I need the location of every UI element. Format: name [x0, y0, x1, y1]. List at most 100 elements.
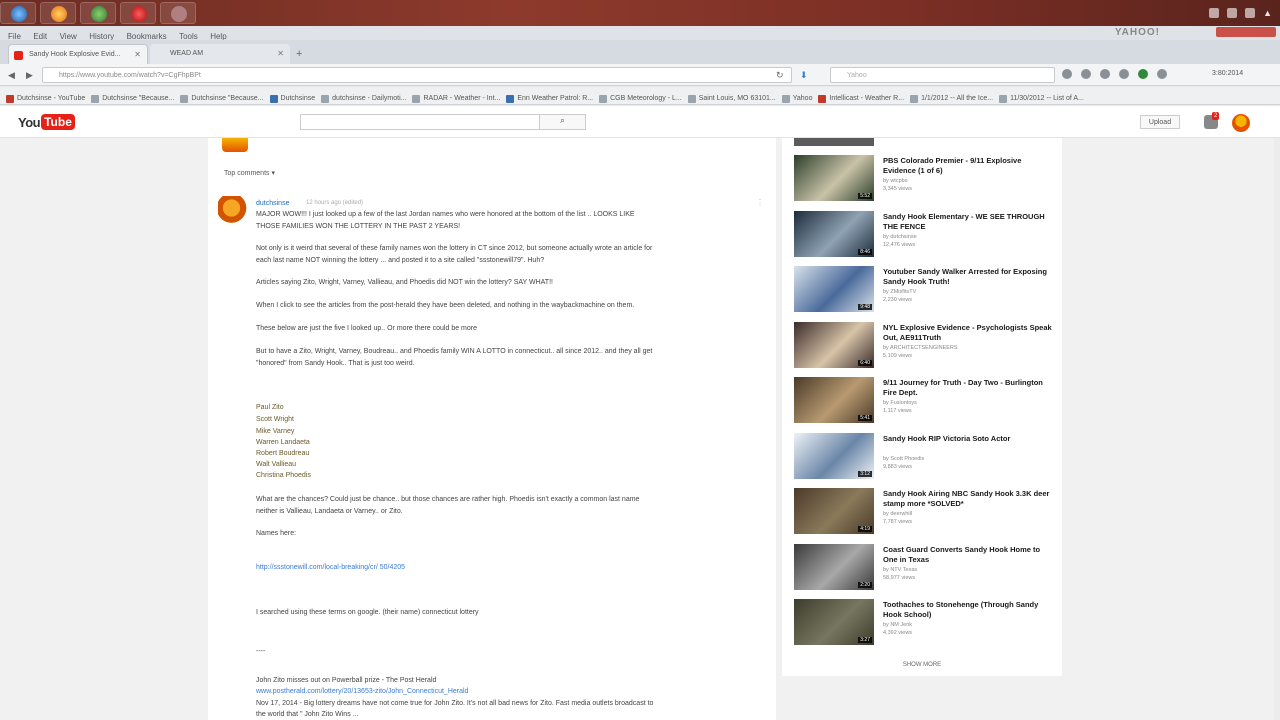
logo-tube: Tube	[41, 114, 75, 130]
volume-icon[interactable]	[1245, 8, 1256, 18]
taskbar-app-3[interactable]	[120, 2, 156, 24]
video-title[interactable]: Sandy Hook Elementary - WE SEE THROUGH T…	[883, 212, 1053, 232]
youtube-logo[interactable]: You Tube	[18, 113, 75, 131]
related-video-item[interactable]: 9:48 Youtuber Sandy Walker Arrested for E…	[794, 266, 1054, 316]
video-thumbnail[interactable]: 2:20	[794, 543, 874, 590]
video-thumbnail[interactable]: 3:27	[794, 599, 874, 645]
youtube-search-button[interactable]: ⌕	[540, 114, 586, 130]
logo-you: You	[18, 114, 41, 130]
taskbar-firefox[interactable]	[40, 2, 76, 24]
back-icon[interactable]: ◀	[8, 70, 15, 81]
related-video-item[interactable]: 6:40 NYL Explosive Evidence - Psychologis…	[794, 321, 1054, 372]
video-title[interactable]: Sandy Hook RIP Victoria Soto Actor	[883, 434, 1053, 444]
video-duration: 3:27	[858, 637, 872, 643]
taskbar-app-2[interactable]	[80, 2, 116, 24]
new-tab-icon[interactable]: +	[296, 48, 302, 60]
upload-button[interactable]: Upload	[1140, 115, 1180, 129]
video-thumbnail[interactable]: 5:52	[794, 155, 874, 201]
tray-icon[interactable]	[1209, 8, 1220, 18]
related-video-item[interactable]: 3:12 Sandy Hook RIP Victoria Soto Actor by…	[794, 432, 1054, 483]
addon-icon[interactable]	[1138, 69, 1148, 79]
related-video-item[interactable]: 3:27 Toothaches to Stonehenge (Through Sa…	[794, 599, 1054, 649]
start-button[interactable]	[0, 2, 36, 24]
user-avatar[interactable]	[1232, 114, 1250, 132]
window-controls[interactable]	[1216, 27, 1276, 37]
comment-text-line: "honored" from Sandy Hook.. That is just…	[256, 360, 415, 367]
bookmark-item[interactable]: 1/1/2012 -- All the Ice...	[910, 95, 993, 103]
commenter-avatar[interactable]	[218, 196, 248, 226]
reader-icon[interactable]	[1081, 69, 1091, 79]
comment-text-line: But to have a Zito, Wright, Varney, Boud…	[256, 348, 653, 355]
related-video-item[interactable]: 4:19 Sandy Hook Airing NBC Sandy Hook 3.3…	[794, 488, 1054, 538]
search-bar[interactable]: Yahoo	[830, 67, 1055, 83]
video-channel: by wtcpbs	[883, 178, 908, 184]
video-title[interactable]: Toothaches to Stonehenge (Through Sandy …	[883, 600, 1053, 620]
bookmark-item[interactable]: Yahoo	[781, 95, 812, 103]
video-thumbnail[interactable]: 8:46	[794, 210, 874, 257]
video-title[interactable]: Sandy Hook Airing NBC Sandy Hook 3.3K de…	[883, 489, 1053, 509]
video-channel: by deerwhill	[883, 511, 913, 517]
home-icon[interactable]	[1119, 69, 1129, 79]
show-more-button[interactable]: SHOW MORE	[782, 662, 1062, 668]
video-thumbnail[interactable]: 9:48	[794, 266, 874, 312]
tab-wead[interactable]: WEAD AM ✕	[150, 44, 290, 64]
search-icon: ⌕	[559, 115, 566, 125]
bookmark-item[interactable]: Dutchsinse "Because...	[180, 95, 264, 103]
video-views: 3,345 views	[883, 186, 913, 192]
previous-comment-avatar	[222, 138, 248, 152]
previous-video-thumbnail[interactable]	[794, 138, 874, 146]
download-icon[interactable]: ⬇	[800, 70, 808, 81]
bookmark-item[interactable]: Enn Weather Patrol: R...	[506, 95, 593, 103]
video-views: 9,883 views	[883, 463, 913, 470]
comment-menu-icon[interactable]: ⋮	[756, 198, 764, 207]
star-icon[interactable]	[1062, 69, 1072, 79]
close-tab-icon[interactable]: ✕	[134, 50, 141, 59]
tray-clock: ▲	[1263, 8, 1272, 18]
bookmark-item[interactable]: CGB Meteorology - L...	[599, 95, 682, 103]
youtube-search-input[interactable]	[300, 114, 540, 130]
toolbar-icons	[1062, 69, 1167, 79]
page-scrollbar[interactable]	[1274, 138, 1280, 720]
comment-author[interactable]: dutchsinse	[256, 200, 289, 207]
video-title[interactable]: Coast Guard Converts Sandy Hook Home to …	[883, 545, 1053, 565]
video-title[interactable]: Youtuber Sandy Walker Arrested for Expos…	[883, 267, 1053, 287]
video-title[interactable]: PBS Colorado Premier - 9/11 Explosive Ev…	[883, 156, 1053, 176]
reload-icon[interactable]: ↻	[776, 70, 784, 81]
video-thumbnail[interactable]: 5:41	[794, 377, 874, 423]
related-video-item[interactable]: 5:52 PBS Colorado Premier - 9/11 Explosiv…	[794, 155, 1054, 205]
bookmark-item[interactable]: Saint Louis, MO 63101...	[687, 95, 776, 103]
comment-link[interactable]: http://ssstonewill.com/local-breaking/cr…	[256, 564, 405, 571]
comment-text-line: Mike Varney	[256, 428, 295, 435]
related-video-item[interactable]: 5:41 9/11 Journey for Truth - Day Two - B…	[794, 377, 1054, 427]
taskbar-app-4[interactable]	[160, 2, 196, 24]
close-tab-icon[interactable]: ✕	[277, 49, 284, 58]
video-title[interactable]: NYL Explosive Evidence - Psychologists S…	[883, 323, 1053, 343]
video-thumbnail[interactable]: 4:19	[794, 488, 874, 534]
bookmark-item[interactable]: Dutchsinse - YouTube	[6, 95, 85, 103]
bookmark-item[interactable]: Dutchsinse "Because...	[91, 95, 174, 103]
bookmark-item[interactable]: RADAR - Weather - Int...	[412, 95, 500, 103]
video-thumbnail[interactable]: 3:12	[794, 432, 874, 479]
comment-time[interactable]: 12 hours ago (edited)	[306, 200, 363, 206]
comment-text-line: neither is Vallieau, Landaeta or Varney.…	[256, 508, 403, 515]
download-icon[interactable]	[1100, 69, 1110, 79]
bookmark-item[interactable]: dutchsinse - Dailymoti...	[321, 95, 406, 103]
related-video-item[interactable]: 2:20 Coast Guard Converts Sandy Hook Home…	[794, 543, 1054, 594]
related-video-item[interactable]: 8:46 Sandy Hook Elementary - WE SEE THROU…	[794, 210, 1054, 261]
comment-sort-dropdown[interactable]: Top comments ▾	[224, 169, 275, 177]
forward-icon[interactable]: ▶	[26, 70, 33, 81]
comment-link[interactable]: www.postherald.com/lottery/20/13653-zito…	[256, 688, 468, 695]
menu-icon[interactable]	[1157, 69, 1167, 79]
comment-text-line: Names here:	[256, 530, 297, 537]
tray-icon[interactable]	[1227, 8, 1238, 18]
tab-youtube[interactable]: Sandy Hook Explosive Evid... ✕	[8, 44, 148, 64]
bookmark-item[interactable]: Intellicast - Weather R...	[818, 95, 904, 103]
video-thumbnail[interactable]: 6:40	[794, 321, 874, 368]
bookmark-item[interactable]: 11/30/2012 -- List of A...	[999, 95, 1084, 103]
bookmark-item[interactable]: Dutchsinse	[269, 95, 315, 103]
video-title[interactable]: 9/11 Journey for Truth - Day Two - Burli…	[883, 378, 1053, 398]
url-bar[interactable]: https://www.youtube.com/watch?v=CgFhpBPt	[42, 67, 792, 83]
firefox-icon	[51, 6, 67, 22]
comment-text-line: ----	[256, 648, 266, 655]
notification-badge: 2	[1212, 112, 1220, 120]
